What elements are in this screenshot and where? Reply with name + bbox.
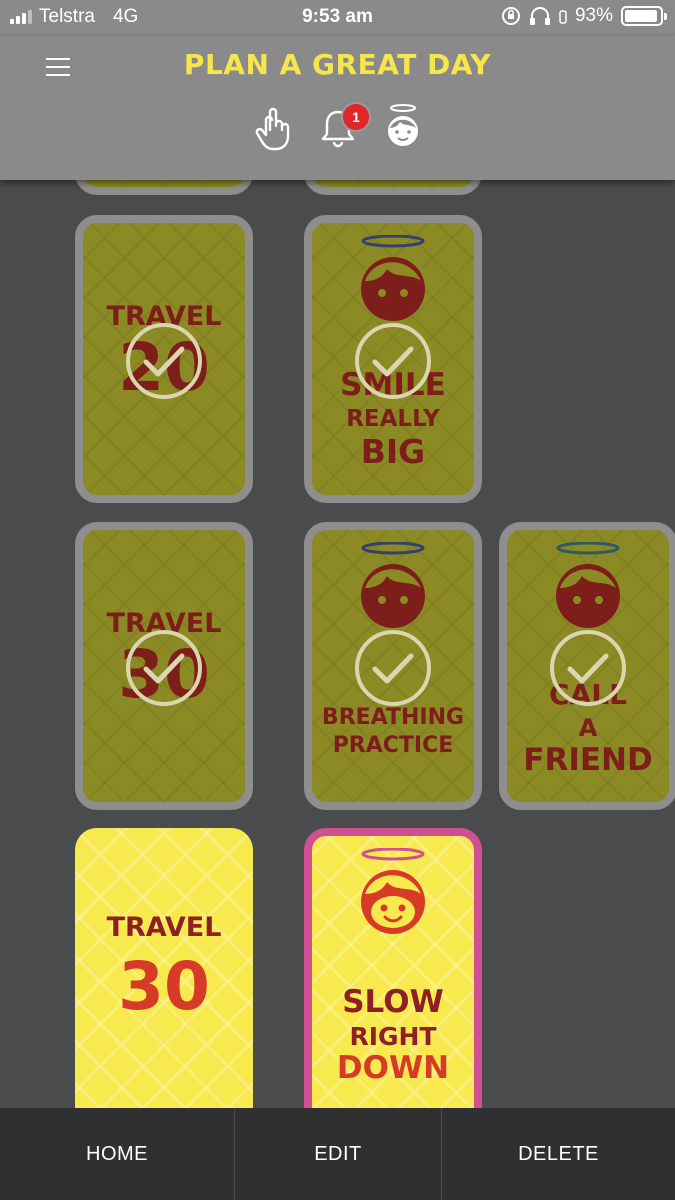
card-label-2: PRACTICE bbox=[332, 733, 454, 758]
card-number: 30 bbox=[118, 948, 210, 1025]
card-breathing-practice[interactable]: BREATHING PRACTICE bbox=[304, 522, 482, 810]
status-bar: Telstra 4G 9:53 am 93% bbox=[0, 0, 675, 36]
notification-badge: 1 bbox=[341, 102, 371, 132]
angel-face-icon bbox=[556, 542, 620, 628]
headphones-icon bbox=[529, 7, 550, 25]
card-label: SLOW bbox=[342, 984, 444, 1020]
card-smile-really-big[interactable]: SMILE REALLY BIG bbox=[304, 215, 482, 503]
card-label: TRAVEL bbox=[106, 912, 222, 943]
rotation-lock-icon bbox=[501, 7, 520, 25]
hand-pointer-icon[interactable] bbox=[253, 106, 293, 152]
status-right: 93% bbox=[501, 5, 667, 27]
card-partial-right[interactable] bbox=[304, 180, 482, 195]
battery-percent: 93% bbox=[574, 5, 613, 26]
check-icon bbox=[126, 630, 202, 706]
card-label-3: BIG bbox=[360, 432, 426, 471]
check-icon bbox=[355, 630, 431, 706]
app-header: PLAN A GREAT DAY 1 bbox=[0, 36, 675, 180]
card-call-a-friend[interactable]: CALL A FRIEND bbox=[499, 522, 675, 810]
card-partial-left[interactable] bbox=[75, 180, 253, 195]
angel-face-icon bbox=[361, 848, 425, 934]
delete-button[interactable]: DELETE bbox=[441, 1108, 675, 1200]
card-label: BREATHING bbox=[321, 705, 465, 730]
check-icon bbox=[126, 323, 202, 399]
card-travel-20[interactable]: TRAVEL 20 bbox=[75, 215, 253, 503]
card-label-3: FRIEND bbox=[523, 742, 653, 778]
wifi-lock-icon bbox=[559, 10, 567, 24]
page-title: PLAN A GREAT DAY bbox=[183, 48, 492, 81]
check-icon bbox=[550, 630, 626, 706]
angel-face-icon bbox=[361, 542, 425, 628]
card-travel-30[interactable]: TRAVEL 30 bbox=[75, 828, 253, 1108]
card-travel-30-done[interactable]: TRAVEL 30 bbox=[75, 522, 253, 810]
card-slow-right-down[interactable]: SLOW RIGHT DOWN bbox=[304, 828, 482, 1108]
card-label-2: REALLY bbox=[346, 406, 440, 432]
edit-button[interactable]: EDIT bbox=[234, 1108, 441, 1200]
card-label-2: A bbox=[578, 714, 598, 742]
battery-icon bbox=[621, 6, 667, 26]
home-button[interactable]: HOME bbox=[0, 1108, 234, 1200]
angel-face-icon bbox=[361, 235, 425, 321]
bottom-toolbar: HOME EDIT DELETE bbox=[0, 1108, 675, 1200]
card-label-2: RIGHT bbox=[349, 1022, 437, 1051]
check-icon bbox=[355, 323, 431, 399]
card-label-3: DOWN bbox=[336, 1050, 450, 1086]
angel-face-icon[interactable] bbox=[384, 102, 422, 150]
card-grid: TRAVEL 20 SMILE REALLY BIG TRAVEL 30 BRE… bbox=[0, 180, 675, 1108]
